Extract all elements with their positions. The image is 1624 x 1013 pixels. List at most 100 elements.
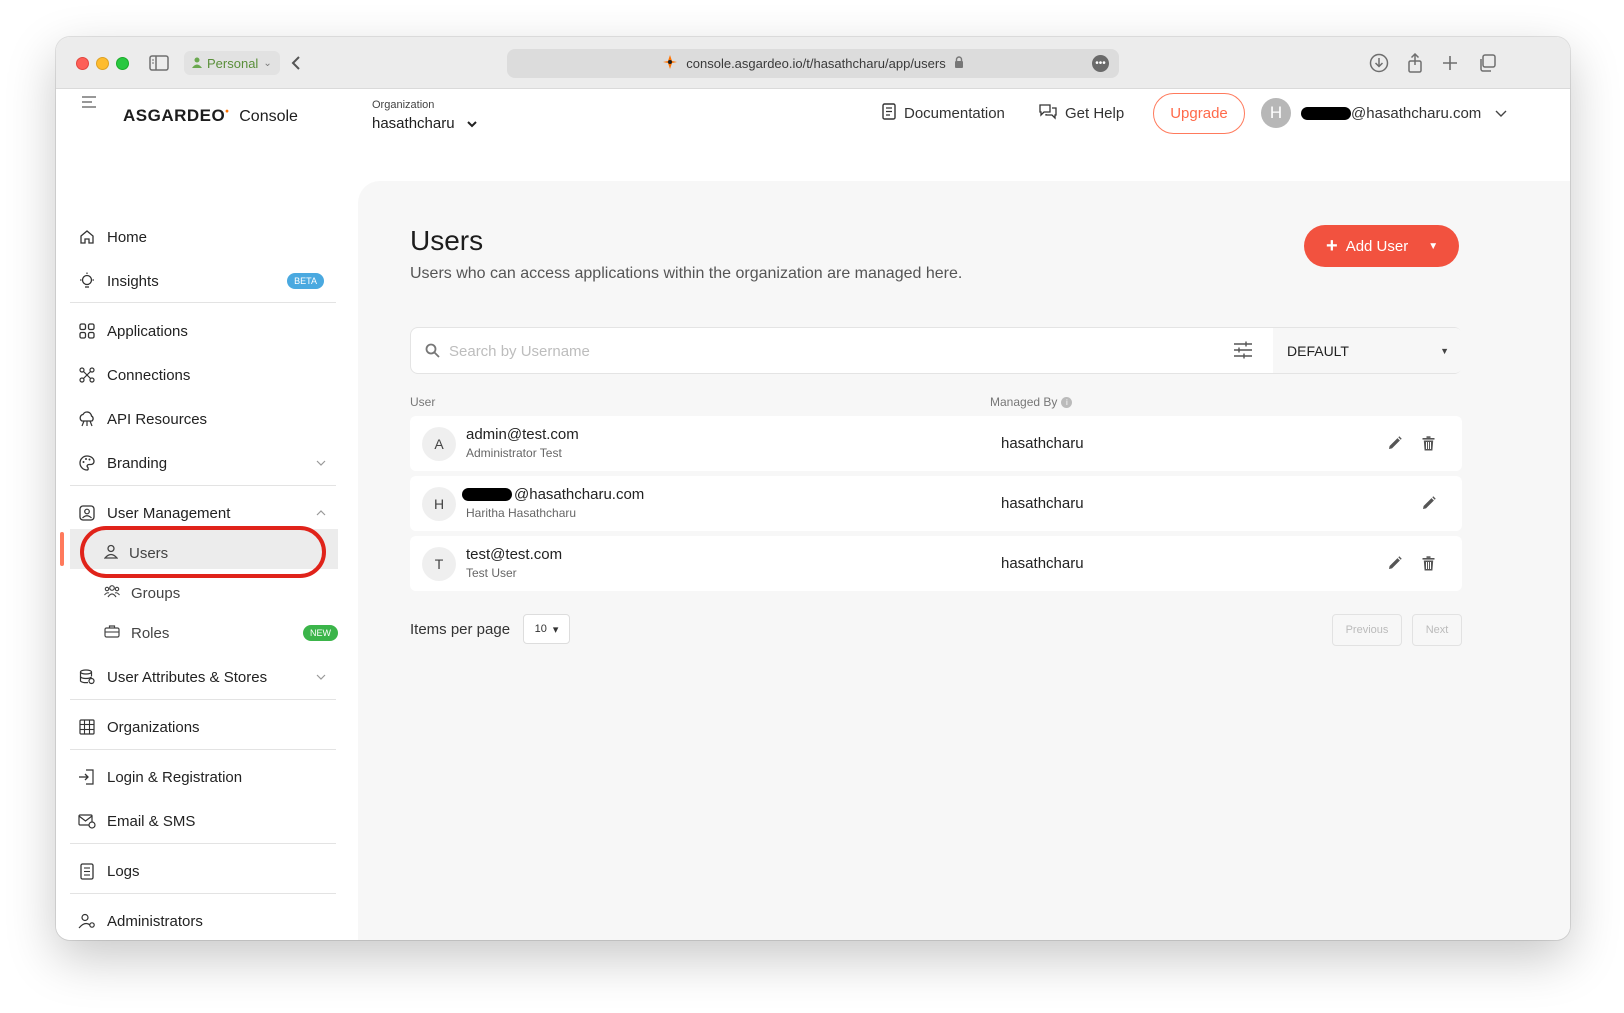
sidebar-item-label: Login & Registration xyxy=(107,768,243,786)
delete-icon[interactable] xyxy=(1418,433,1438,453)
documentation-link[interactable]: Documentation xyxy=(882,103,1005,124)
chevron-down-icon[interactable]: ▼ xyxy=(1428,241,1438,252)
edit-icon[interactable] xyxy=(1384,553,1404,573)
user-email: @hasathcharu.com xyxy=(1351,105,1482,122)
close-window-button[interactable] xyxy=(76,57,89,70)
sidebar-item-label: User Management xyxy=(107,504,231,522)
home-icon xyxy=(78,228,96,246)
chevron-down-icon xyxy=(1495,105,1507,122)
filter-icon[interactable] xyxy=(1233,341,1253,364)
logo-console-label: Console xyxy=(239,108,298,125)
building-icon xyxy=(78,718,96,736)
user-avatar[interactable]: H xyxy=(1261,98,1291,128)
login-icon xyxy=(78,768,96,786)
api-cloud-icon xyxy=(78,410,96,428)
new-tab-icon[interactable] xyxy=(1439,52,1461,74)
tab-overview-icon[interactable] xyxy=(1476,52,1498,74)
logo-wordmark: ASGARDEO• xyxy=(123,106,230,125)
minimize-window-button[interactable] xyxy=(96,57,109,70)
add-user-button[interactable]: + Add User ▼ xyxy=(1304,225,1459,267)
redacted-text xyxy=(462,488,512,501)
edit-icon[interactable] xyxy=(1418,493,1438,513)
sidebar-item-label: Applications xyxy=(107,322,188,340)
sidebar-subitem-roles[interactable]: Roles NEW xyxy=(104,617,338,649)
managed-by: hasathcharu xyxy=(1001,555,1084,572)
organization-switcher[interactable]: Organization hasathcharu xyxy=(372,99,477,132)
organization-name: hasathcharu xyxy=(372,115,455,132)
upgrade-button[interactable]: Upgrade xyxy=(1153,93,1245,134)
asgardeo-logo[interactable]: ASGARDEO• Console xyxy=(123,106,298,126)
documentation-label: Documentation xyxy=(904,105,1005,122)
sidebar-subitem-groups[interactable]: Groups xyxy=(104,577,334,609)
sidebar-item-label: Logs xyxy=(107,862,140,880)
edit-icon[interactable] xyxy=(1384,433,1404,453)
column-header-managed-by: Managed By i xyxy=(990,395,1073,409)
chat-bubbles-icon xyxy=(1039,103,1057,124)
organization-select[interactable]: hasathcharu xyxy=(372,115,477,132)
sidebar-item-email-sms[interactable]: Email & SMS xyxy=(78,805,334,837)
chevron-down-icon: ⌄ xyxy=(263,57,272,69)
username: @hasathcharu.com xyxy=(462,486,644,503)
items-per-page-select[interactable]: 10 ▾ xyxy=(523,614,570,644)
sidebar-item-organizations[interactable]: Organizations xyxy=(78,711,334,743)
sidebar-item-logs[interactable]: Logs xyxy=(78,855,334,887)
sidebar-item-applications[interactable]: Applications xyxy=(78,315,334,347)
sidebar-divider xyxy=(70,485,336,486)
palette-icon xyxy=(78,454,96,472)
table-row[interactable]: H @hasathcharu.com Haritha Hasathcharu h… xyxy=(410,476,1462,531)
share-icon[interactable] xyxy=(1404,52,1426,74)
browser-toolbar: Personal ⌄ console.asgardeo.io/t/hasathc… xyxy=(56,37,1570,89)
user-store-select[interactable]: DEFAULT ▼ xyxy=(1273,328,1463,373)
address-bar[interactable]: console.asgardeo.io/t/hasathcharu/app/us… xyxy=(507,49,1119,78)
sidebar-item-branding[interactable]: Branding xyxy=(78,447,334,479)
display-name: Administrator Test xyxy=(466,446,562,460)
sidebar-toggle-icon[interactable] xyxy=(148,52,170,74)
back-icon[interactable] xyxy=(285,52,307,74)
column-header-label: Managed By xyxy=(990,395,1058,409)
user-account-menu[interactable]: @hasathcharu.com xyxy=(1301,105,1507,122)
person-icon xyxy=(192,56,202,71)
table-row[interactable]: T test@test.com Test User hasathcharu xyxy=(410,536,1462,591)
get-help-link[interactable]: Get Help xyxy=(1039,103,1124,124)
more-options-icon[interactable]: ••• xyxy=(1092,55,1109,72)
sidebar-item-label: Administrators xyxy=(107,912,203,930)
chevron-down-icon xyxy=(316,672,326,683)
download-icon[interactable] xyxy=(1368,52,1390,74)
items-per-page-label: Items per page xyxy=(410,621,511,638)
email-icon xyxy=(78,812,96,830)
sidebar-item-label: Branding xyxy=(107,454,168,472)
browser-window: Personal ⌄ console.asgardeo.io/t/hasathc… xyxy=(56,37,1570,940)
search-input[interactable] xyxy=(449,336,1229,366)
menu-toggle-icon[interactable] xyxy=(82,95,98,114)
document-icon xyxy=(882,103,896,124)
lightbulb-icon xyxy=(78,272,96,290)
column-header-user: User xyxy=(410,395,436,409)
username: admin@test.com xyxy=(466,426,579,443)
info-icon[interactable]: i xyxy=(1061,396,1073,408)
sidebar-divider xyxy=(70,302,336,303)
sidebar-item-user-attributes-stores[interactable]: User Attributes & Stores xyxy=(78,661,334,693)
connections-icon xyxy=(78,366,96,384)
sidebar-item-administrators[interactable]: Administrators xyxy=(78,905,334,937)
document-icon xyxy=(78,862,96,880)
briefcase-icon xyxy=(104,624,120,642)
sidebar-item-label: Roles xyxy=(131,624,170,642)
sidebar-item-label: API Resources xyxy=(107,410,208,428)
sidebar-item-home[interactable]: Home xyxy=(78,221,334,253)
get-help-label: Get Help xyxy=(1065,105,1125,122)
maximize-window-button[interactable] xyxy=(116,57,129,70)
chevron-down-icon xyxy=(466,115,477,132)
sidebar-item-label: Organizations xyxy=(107,718,200,736)
table-row[interactable]: A admin@test.com Administrator Test hasa… xyxy=(410,416,1462,471)
sidebar-item-api-resources[interactable]: API Resources xyxy=(78,403,334,435)
sidebar-item-connections[interactable]: Connections xyxy=(78,359,334,391)
sidebar-item-label: Connections xyxy=(107,366,191,384)
sidebar-item-insights[interactable]: Insights BETA xyxy=(78,265,334,297)
profile-selector[interactable]: Personal ⌄ xyxy=(184,51,280,75)
next-page-button[interactable]: Next xyxy=(1412,614,1462,646)
site-favicon-icon xyxy=(662,54,678,73)
sidebar-item-user-management[interactable]: User Management xyxy=(78,497,334,529)
sidebar-item-login-registration[interactable]: Login & Registration xyxy=(78,761,334,793)
delete-icon[interactable] xyxy=(1418,553,1438,573)
previous-page-button[interactable]: Previous xyxy=(1332,614,1402,646)
